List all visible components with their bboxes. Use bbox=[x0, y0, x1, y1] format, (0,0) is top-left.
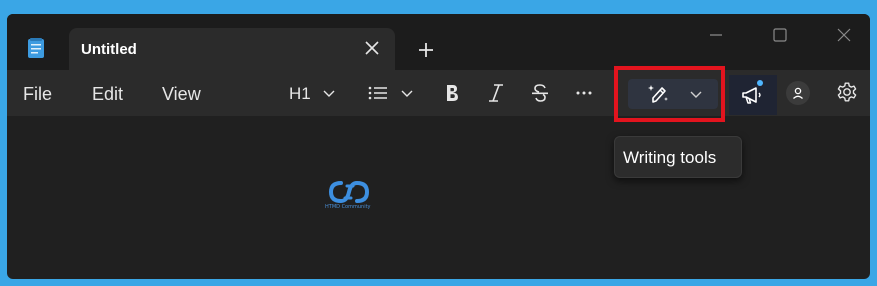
bold-icon[interactable] bbox=[443, 80, 461, 106]
minimize-icon[interactable] bbox=[707, 26, 725, 44]
maximize-icon[interactable] bbox=[771, 26, 789, 44]
chevron-down-icon bbox=[323, 90, 335, 97]
chevron-down-icon bbox=[401, 90, 413, 97]
toolbar: File Edit View H1 bbox=[7, 70, 870, 116]
htmd-logo-icon bbox=[328, 180, 370, 204]
italic-icon[interactable] bbox=[487, 80, 505, 106]
strikethrough-icon[interactable] bbox=[530, 80, 550, 106]
notepad-window: Untitled File Edit View H1 Writing tools… bbox=[7, 14, 870, 279]
tab-title: Untitled bbox=[81, 41, 137, 58]
announcements-button[interactable] bbox=[729, 75, 777, 115]
heading-label: H1 bbox=[289, 84, 311, 103]
plus-icon[interactable] bbox=[417, 41, 435, 59]
menu-view[interactable]: View bbox=[162, 84, 201, 105]
tooltip-text: Writing tools bbox=[623, 148, 717, 167]
more-icon[interactable] bbox=[574, 80, 594, 106]
list-icon bbox=[368, 86, 387, 100]
watermark-text: HTMD Community bbox=[325, 204, 371, 210]
window-close-icon[interactable] bbox=[835, 26, 853, 44]
title-bar: Untitled bbox=[7, 14, 870, 72]
notepad-app-icon bbox=[28, 38, 44, 58]
writing-tools-icon bbox=[648, 85, 668, 103]
tab-untitled[interactable]: Untitled bbox=[69, 28, 395, 72]
gear-icon[interactable] bbox=[835, 80, 859, 104]
chevron-down-icon bbox=[690, 91, 702, 98]
account-button[interactable] bbox=[786, 81, 810, 105]
menu-file[interactable]: File bbox=[23, 84, 52, 105]
notification-dot bbox=[757, 80, 763, 86]
account-icon bbox=[793, 87, 803, 99]
writing-tools-tooltip: Writing tools bbox=[614, 136, 742, 178]
close-icon[interactable] bbox=[363, 39, 381, 57]
menu-edit[interactable]: Edit bbox=[92, 84, 123, 105]
megaphone-icon bbox=[742, 87, 761, 104]
writing-tools-button[interactable] bbox=[628, 79, 718, 109]
